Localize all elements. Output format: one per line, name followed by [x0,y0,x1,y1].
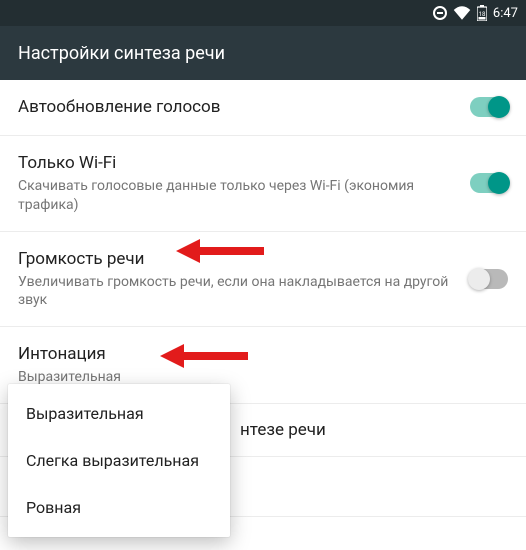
status-bar: 18 6:47 [0,0,526,26]
intonation-popup-menu: Выразительная Слегка выразительная Ровна… [8,384,230,537]
row-subtitle: Увеличивать громкость речи, если она нак… [18,273,454,311]
row-title: Только Wi-Fi [18,152,454,175]
app-bar: Настройки синтеза речи [0,26,526,80]
row-title: Автообновление голосов [18,96,454,119]
switch-wifi-only[interactable] [470,173,508,193]
row-speech-volume[interactable]: Громкость речи Увеличивать громкость реч… [0,232,526,328]
row-wifi-only[interactable]: Только Wi-Fi Скачивать голосовые данные … [0,136,526,232]
row-subtitle: Скачивать голосовые данные только через … [18,177,454,215]
battery-icon: 18 [477,5,487,21]
menu-item-slightly-expressive[interactable]: Слегка выразительная [8,437,230,484]
wifi-icon [453,6,471,20]
do-not-disturb-icon [433,6,447,20]
row-title: Интонация [18,343,508,366]
menu-item-expressive[interactable]: Выразительная [8,390,230,437]
switch-speech-volume[interactable] [470,269,508,289]
row-title: Громкость речи [18,248,454,271]
switch-auto-update[interactable] [470,97,508,117]
screen-title: Настройки синтеза речи [18,43,225,64]
svg-text:18: 18 [479,11,486,18]
menu-item-flat[interactable]: Ровная [8,484,230,531]
status-time: 6:47 [493,6,518,21]
row-auto-update[interactable]: Автообновление голосов [0,80,526,136]
row-title-partial: нтезе речи [240,420,326,440]
